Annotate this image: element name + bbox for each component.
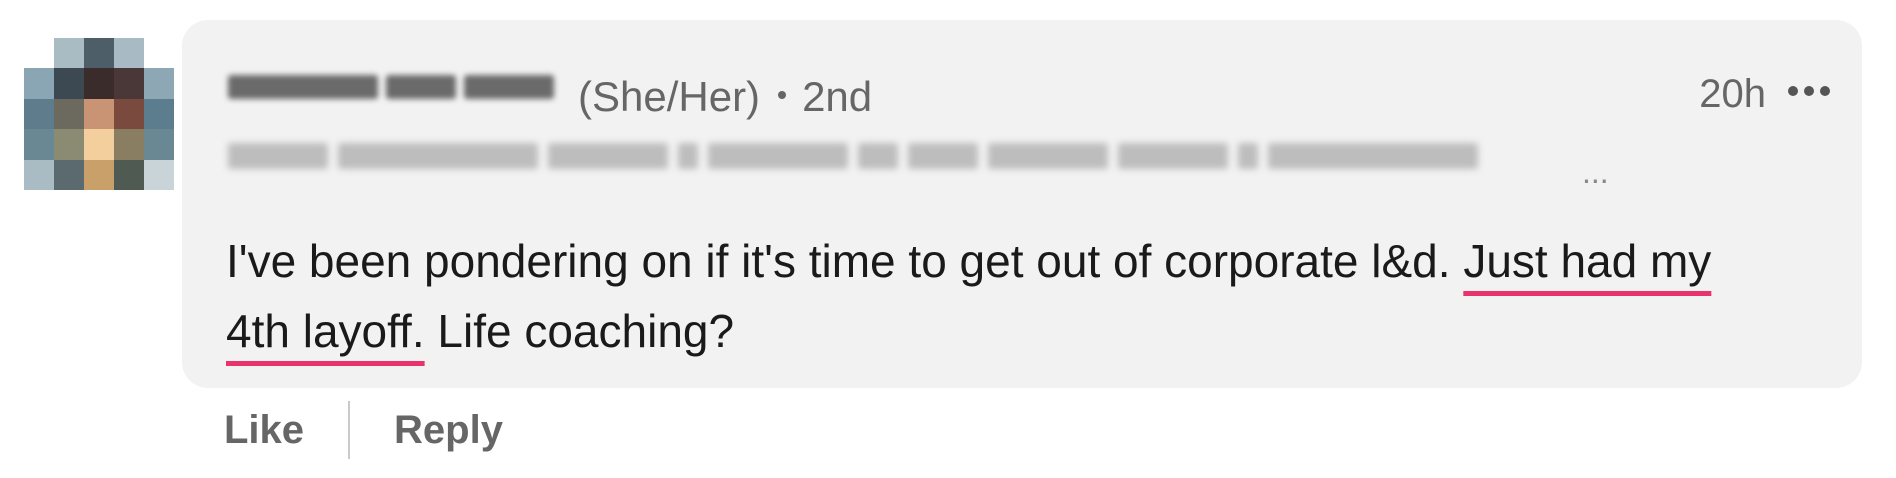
comment-container: (She/Her) 2nd 20h ... I've been pondering… — [0, 0, 1896, 478]
comment-timestamp: 20h — [1699, 72, 1766, 116]
more-options-icon[interactable] — [1788, 86, 1830, 96]
connection-degree: 2nd — [802, 73, 873, 120]
comment-actions: Like Reply — [224, 400, 503, 460]
author-name-redacted[interactable] — [228, 66, 558, 108]
headline-truncation: ... — [1582, 154, 1609, 190]
like-button[interactable]: Like — [224, 410, 304, 450]
comment-text-start: I've been pondering on if it's time to g… — [226, 235, 1464, 287]
comment-text: I've been pondering on if it's time to g… — [226, 226, 1786, 366]
comment-bubble: (She/Her) 2nd 20h ... I've been pondering… — [182, 20, 1862, 388]
author-meta: (She/Her) 2nd — [578, 76, 872, 118]
reply-button[interactable]: Reply — [394, 410, 503, 450]
author-headline-redacted — [228, 138, 1568, 174]
separator-dot — [778, 90, 787, 99]
avatar[interactable] — [24, 38, 174, 190]
comment-text-end: Life coaching? — [424, 305, 735, 357]
action-divider — [348, 401, 351, 459]
author-pronouns: (She/Her) — [578, 73, 761, 120]
